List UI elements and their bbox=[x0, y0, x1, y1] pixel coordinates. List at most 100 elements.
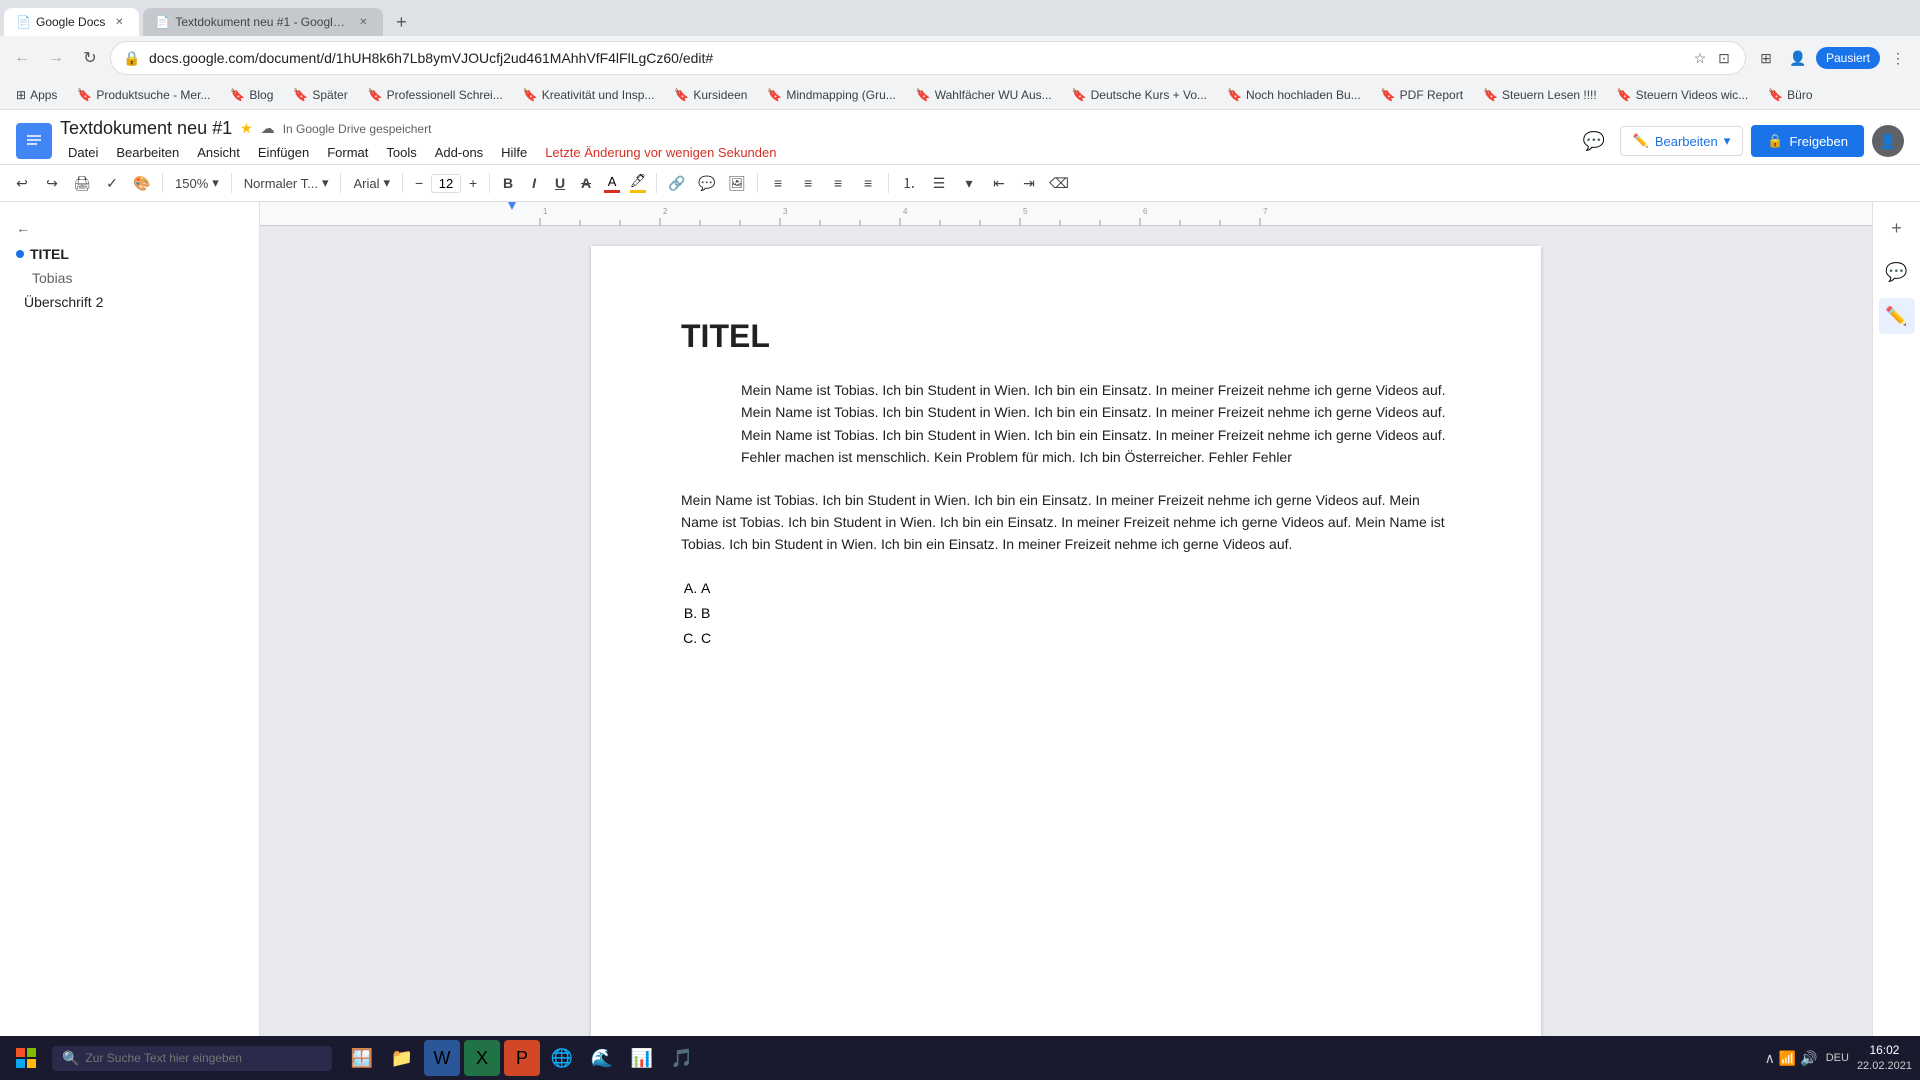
comment-button[interactable]: 💬 bbox=[693, 169, 721, 197]
print-button[interactable]: 🖨 bbox=[68, 169, 96, 197]
paused-button[interactable]: Pausiert bbox=[1816, 47, 1880, 69]
taskbar-search-input[interactable] bbox=[85, 1051, 322, 1065]
redo-button[interactable]: ↪ bbox=[38, 169, 66, 197]
tab-close-1[interactable]: ✕ bbox=[111, 14, 127, 30]
text-color-button[interactable]: A bbox=[600, 174, 624, 193]
list-item-b[interactable]: B bbox=[701, 601, 1451, 626]
menu-hilfe[interactable]: Hilfe bbox=[493, 141, 535, 164]
bookmark-blog[interactable]: 🔖 Blog bbox=[222, 86, 281, 104]
list-item-c[interactable]: C bbox=[701, 626, 1451, 651]
bookmark-mindmapping[interactable]: 🔖 Mindmapping (Gru... bbox=[759, 86, 903, 104]
docs-page[interactable]: TITEL Mein Name ist Tobias. Ich bin Stud… bbox=[591, 246, 1541, 1080]
user-avatar[interactable]: 👤 bbox=[1872, 125, 1904, 157]
document-paragraph-2[interactable]: Mein Name ist Tobias. Ich bin Student in… bbox=[681, 489, 1451, 556]
star-icon[interactable]: ☆ bbox=[1691, 49, 1709, 67]
font-size-decrease-button[interactable]: − bbox=[409, 171, 429, 195]
font-size-increase-button[interactable]: + bbox=[463, 171, 483, 195]
back-button[interactable]: ← bbox=[8, 44, 36, 72]
font-size-display[interactable]: 12 bbox=[431, 174, 461, 193]
list-item-a[interactable]: A bbox=[701, 576, 1451, 601]
bookmark-steuern-lesen[interactable]: 🔖 Steuern Lesen !!!! bbox=[1475, 86, 1605, 104]
link-button[interactable]: 🔗 bbox=[663, 169, 691, 197]
tab-close-2[interactable]: ✕ bbox=[355, 14, 371, 30]
tab-active[interactable]: 📄 Google Docs ✕ bbox=[4, 8, 139, 36]
bookmark-deutsche-kurs[interactable]: 🔖 Deutsche Kurs + Vo... bbox=[1064, 86, 1215, 104]
drive-icon[interactable]: ☁ bbox=[261, 120, 275, 137]
bookmark-professionell[interactable]: 🔖 Professionell Schrei... bbox=[360, 86, 511, 104]
list-dropdown-button[interactable]: ▾ bbox=[955, 169, 983, 197]
style-dropdown[interactable]: Normaler T... ▾ bbox=[238, 173, 335, 193]
start-button[interactable] bbox=[8, 1040, 44, 1076]
taskbar-app-powerpoint[interactable]: P bbox=[504, 1040, 540, 1076]
bookmark-pdf-report[interactable]: 🔖 PDF Report bbox=[1373, 86, 1471, 104]
paintformat-button[interactable]: 🎨 bbox=[128, 169, 156, 197]
taskbar-app-office[interactable]: W bbox=[424, 1040, 460, 1076]
right-panel-expand-icon[interactable]: + bbox=[1879, 210, 1915, 246]
menu-datei[interactable]: Datei bbox=[60, 141, 106, 164]
taskbar-app-misc1[interactable]: 📊 bbox=[624, 1040, 660, 1076]
spellcheck-button[interactable]: ✓ bbox=[98, 169, 126, 197]
bookmark-produktsuche[interactable]: 🔖 Produktsuche - Mer... bbox=[69, 86, 218, 104]
indent-left-button[interactable]: ⇤ bbox=[985, 169, 1013, 197]
reload-button[interactable]: ↻ bbox=[76, 44, 104, 72]
taskbar-clock[interactable]: 16:02 22.02.2021 bbox=[1857, 1042, 1912, 1074]
address-bar[interactable]: 🔒 docs.google.com/document/d/1hUH8k6h7Lb… bbox=[110, 41, 1746, 75]
tray-network-icon[interactable]: 📶 bbox=[1779, 1050, 1796, 1067]
star-title-icon[interactable]: ★ bbox=[240, 120, 253, 137]
right-panel-comments-icon[interactable]: 💬 bbox=[1879, 254, 1915, 290]
edit-button[interactable]: ✏️ Bearbeiten ▾ bbox=[1620, 126, 1744, 156]
image-button[interactable]: 🖼 bbox=[723, 169, 751, 197]
outline-item-tobias[interactable]: Tobias bbox=[0, 266, 259, 290]
font-dropdown[interactable]: Arial ▾ bbox=[347, 173, 396, 193]
comments-icon[interactable]: 💬 bbox=[1576, 123, 1612, 159]
extensions-icon[interactable]: ⊞ bbox=[1752, 44, 1780, 72]
taskbar-app-windows[interactable]: 🪟 bbox=[344, 1040, 380, 1076]
outline-item-titel[interactable]: TITEL bbox=[0, 242, 259, 266]
strikethrough-button[interactable]: A bbox=[574, 171, 598, 195]
taskbar-search-box[interactable]: 🔍 bbox=[52, 1046, 332, 1071]
document-title[interactable]: TITEL bbox=[681, 318, 1451, 355]
forward-button[interactable]: → bbox=[42, 44, 70, 72]
zoom-dropdown[interactable]: 150% ▾ bbox=[169, 173, 225, 193]
share-button[interactable]: 🔒 Freigeben bbox=[1751, 125, 1864, 157]
highlight-color-button[interactable]: 🖊 bbox=[626, 173, 650, 193]
taskbar-app-explorer[interactable]: 📁 bbox=[384, 1040, 420, 1076]
menu-bearbeiten[interactable]: Bearbeiten bbox=[108, 141, 187, 164]
bulleted-list-button[interactable]: ☰ bbox=[925, 169, 953, 197]
menu-tools[interactable]: Tools bbox=[378, 141, 424, 164]
docs-document-area[interactable]: TITEL Mein Name ist Tobias. Ich bin Stud… bbox=[260, 226, 1872, 1080]
bookmark-spaeter[interactable]: 🔖 Später bbox=[285, 86, 355, 104]
bookmark-buero[interactable]: 🔖 Büro bbox=[1760, 86, 1820, 104]
underline-button[interactable]: U bbox=[548, 171, 572, 195]
reader-icon[interactable]: ⊡ bbox=[1715, 49, 1733, 67]
docs-title[interactable]: Textdokument neu #1 bbox=[60, 118, 232, 139]
sidebar-back-button[interactable]: ← bbox=[0, 214, 259, 242]
indent-right-button[interactable]: ⇥ bbox=[1015, 169, 1043, 197]
document-paragraph-1[interactable]: Mein Name ist Tobias. Ich bin Student in… bbox=[741, 379, 1451, 469]
align-justify-button[interactable]: ≡ bbox=[854, 169, 882, 197]
tray-sound-icon[interactable]: 🔊 bbox=[1800, 1050, 1817, 1067]
menu-addons[interactable]: Add-ons bbox=[427, 141, 491, 164]
clear-formatting-button[interactable]: ⌫ bbox=[1045, 169, 1073, 197]
menu-einfuegen[interactable]: Einfügen bbox=[250, 141, 317, 164]
align-right-button[interactable]: ≡ bbox=[824, 169, 852, 197]
bookmark-kursideen[interactable]: 🔖 Kursideen bbox=[666, 86, 755, 104]
bookmark-wahlfaecher[interactable]: 🔖 Wahlfächer WU Aus... bbox=[908, 86, 1060, 104]
taskbar-app-misc2[interactable]: 🎵 bbox=[664, 1040, 700, 1076]
bold-button[interactable]: B bbox=[496, 171, 520, 195]
bookmark-noch-hochladen[interactable]: 🔖 Noch hochladen Bu... bbox=[1219, 86, 1369, 104]
browser-menu-icon[interactable]: ⋮ bbox=[1884, 44, 1912, 72]
align-center-button[interactable]: ≡ bbox=[794, 169, 822, 197]
menu-ansicht[interactable]: Ansicht bbox=[189, 141, 248, 164]
outline-item-ueberschrift2[interactable]: Überschrift 2 bbox=[0, 290, 259, 314]
italic-button[interactable]: I bbox=[522, 171, 546, 195]
numbered-list-button[interactable]: ⒈ bbox=[895, 169, 923, 197]
undo-button[interactable]: ↩ bbox=[8, 169, 36, 197]
tab-inactive[interactable]: 📄 Textdokument neu #1 - Google ... ✕ bbox=[143, 8, 383, 36]
taskbar-app-chrome[interactable]: 🌐 bbox=[544, 1040, 580, 1076]
account-icon[interactable]: 👤 bbox=[1784, 44, 1812, 72]
bookmark-apps[interactable]: ⊞ Apps bbox=[8, 86, 65, 104]
taskbar-app-excel[interactable]: X bbox=[464, 1040, 500, 1076]
bookmark-steuern-videos[interactable]: 🔖 Steuern Videos wic... bbox=[1609, 86, 1756, 104]
right-panel-active-icon[interactable]: ✏️ bbox=[1879, 298, 1915, 334]
